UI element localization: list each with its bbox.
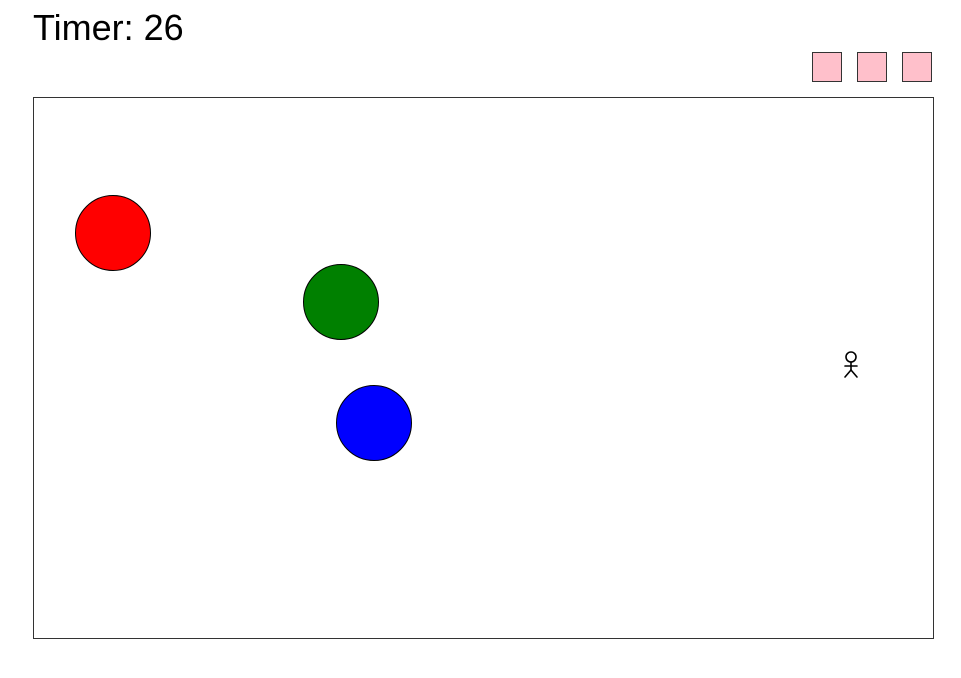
red-ball bbox=[75, 195, 151, 271]
life-square bbox=[902, 52, 932, 82]
green-ball bbox=[303, 264, 379, 340]
timer-display: Timer: 26 bbox=[33, 7, 184, 48]
life-square bbox=[812, 52, 842, 82]
arena-canvas[interactable] bbox=[33, 97, 934, 639]
arena-border bbox=[33, 97, 934, 639]
blue-ball bbox=[336, 385, 412, 461]
life-square bbox=[857, 52, 887, 82]
lives-indicator bbox=[812, 52, 932, 82]
game-arena[interactable] bbox=[33, 97, 934, 639]
